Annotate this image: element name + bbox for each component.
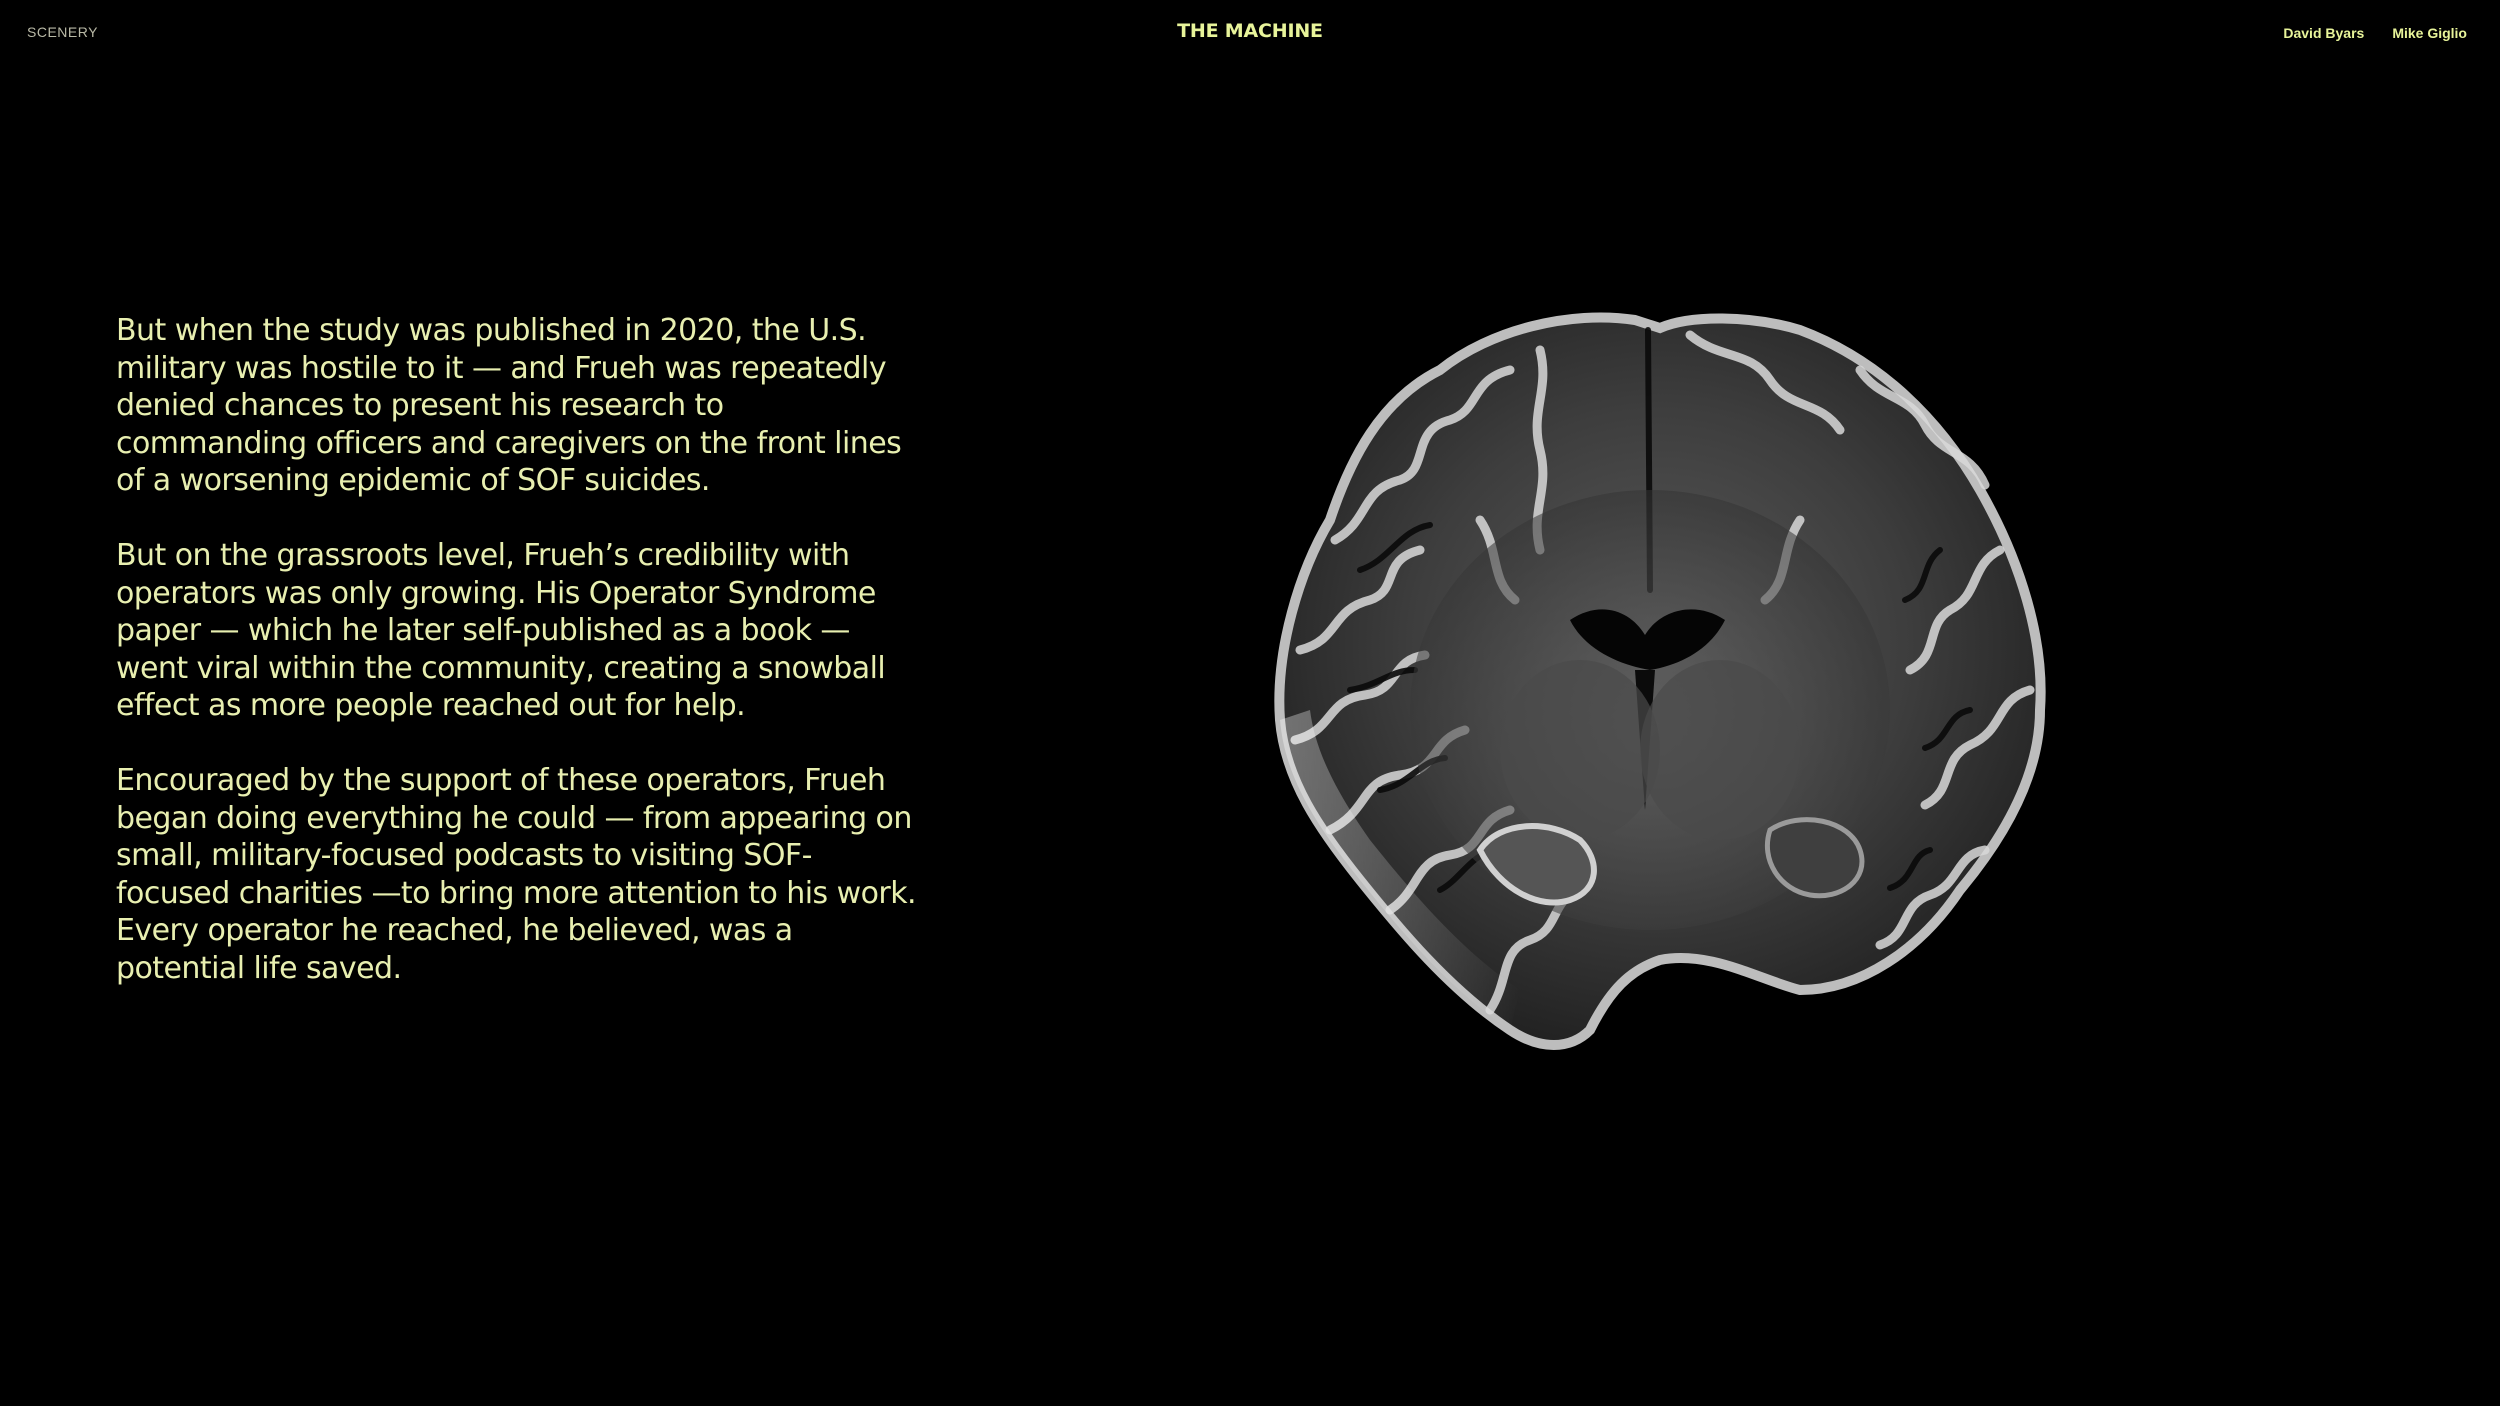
site-header: SCENERY THE MACHINE David Byars Mike Gig… [0,0,2500,70]
article-paragraph: Encouraged by the support of these opera… [116,763,917,986]
site-title[interactable]: THE MACHINE [1175,20,1325,42]
brain-thalamus-right [1640,660,1800,840]
article-paragraph: But on the grassroots level, Frueh’s cre… [116,538,886,723]
author-link-mike-giglio[interactable]: Mike Giglio [2392,25,2467,41]
brain-thalamus-left [1500,660,1660,840]
article-paragraph: But when the study was published in 2020… [116,313,902,498]
article-body: But when the study was published in 2020… [116,312,917,1025]
author-link-david-byars[interactable]: David Byars [2283,25,2364,41]
brain-scan-illustration [1274,312,2046,1050]
section-link-scenery[interactable]: SCENERY [27,24,98,40]
brain-scan-image [1240,290,2100,1090]
author-links: David Byars Mike Giglio [2283,25,2467,41]
